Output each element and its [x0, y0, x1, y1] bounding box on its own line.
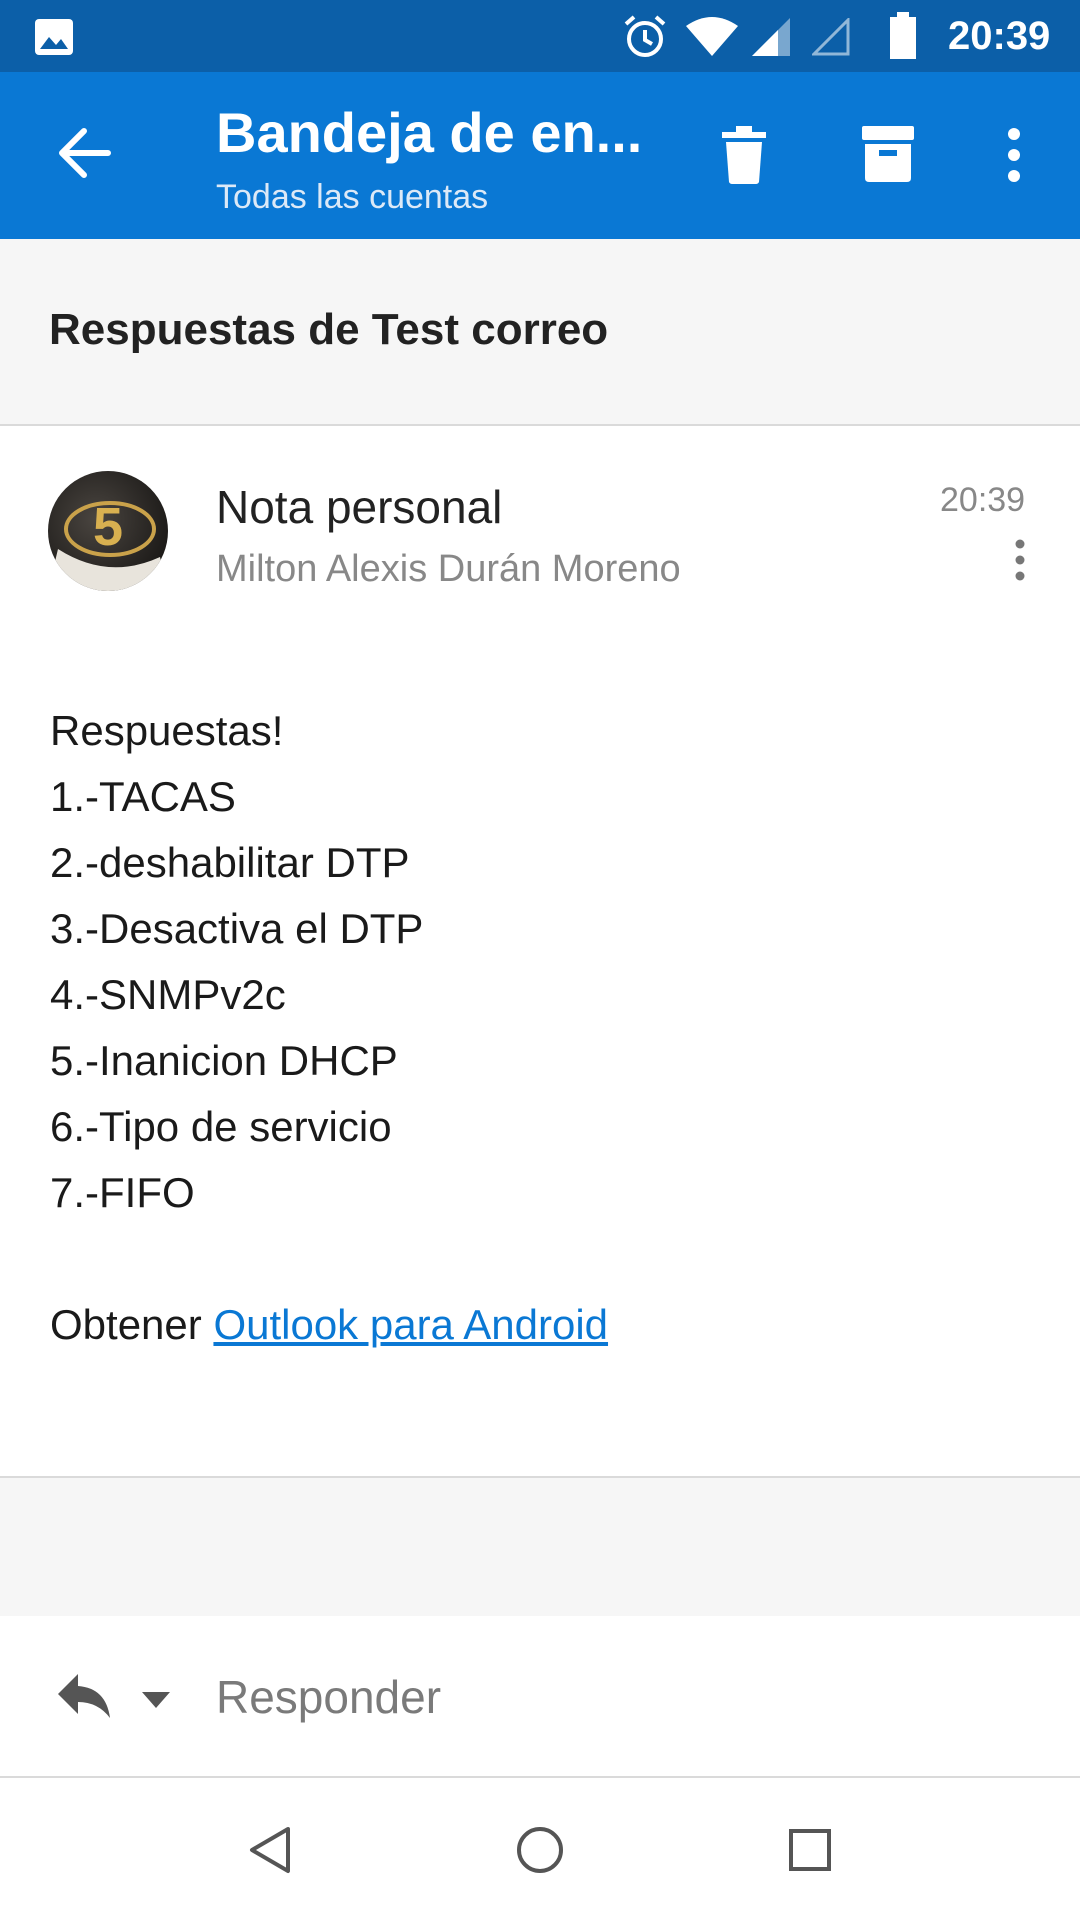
message-more-icon[interactable]: [1010, 538, 1030, 582]
more-vert-icon[interactable]: [1004, 128, 1024, 182]
battery-icon: [888, 12, 918, 60]
thread-subject-bar: Respuestas de Test correo: [0, 239, 1080, 426]
status-time: 20:39: [948, 14, 1051, 58]
body-line: 7.-FIFO: [50, 1169, 195, 1216]
back-arrow-icon[interactable]: [58, 128, 112, 178]
message-time: 20:39: [940, 481, 1026, 519]
folder-title[interactable]: Bandeja de en...: [216, 100, 642, 165]
body-greeting: Respuestas!: [50, 707, 284, 754]
body-line: 6.-Tipo de servicio: [50, 1103, 392, 1150]
thread-subject: Respuestas de Test correo: [49, 305, 609, 354]
sender-name: Nota personal: [216, 481, 503, 533]
signal-empty-icon: [812, 18, 852, 56]
reply-input[interactable]: Responder: [216, 1670, 441, 1724]
avatar-text: 5: [93, 497, 123, 557]
chevron-down-icon[interactable]: [142, 1692, 170, 1708]
avatar-image: 5: [48, 497, 168, 591]
avatar[interactable]: 5: [48, 471, 168, 591]
app-bar: Bandeja de en... Todas las cuentas: [0, 72, 1080, 239]
archive-icon[interactable]: [862, 126, 914, 182]
alarm-icon: [622, 14, 668, 60]
signal-icon: [752, 18, 792, 56]
message-card: 5 Nota personal Milton Alexis Durán More…: [0, 426, 1080, 1476]
reply-bar: Responder: [0, 1616, 1080, 1778]
body-line: 3.-Desactiva el DTP: [50, 905, 424, 952]
delete-icon[interactable]: [722, 126, 766, 184]
body-line: 1.-TACAS: [50, 773, 236, 820]
recents-square-icon[interactable]: [788, 1828, 832, 1872]
home-circle-icon[interactable]: [516, 1826, 564, 1874]
outlook-link[interactable]: Outlook para Android: [213, 1301, 608, 1348]
sender-account: Milton Alexis Durán Moreno: [216, 548, 681, 590]
image-icon: [34, 18, 74, 56]
thread-spacer: [0, 1476, 1080, 1618]
system-nav-bar: [0, 1778, 1080, 1920]
body-footer: Obtener Outlook para Android: [50, 1292, 1030, 1358]
message-body: Respuestas! 1.-TACAS 2.-deshabilitar DTP…: [50, 698, 1030, 1358]
back-triangle-icon[interactable]: [248, 1826, 292, 1874]
wifi-icon: [684, 16, 740, 58]
body-line: 4.-SNMPv2c: [50, 971, 286, 1018]
footer-prefix: Obtener: [50, 1301, 214, 1348]
body-line: 5.-Inanicion DHCP: [50, 1037, 398, 1084]
folder-subtitle: Todas las cuentas: [216, 178, 489, 216]
body-line: 2.-deshabilitar DTP: [50, 839, 410, 886]
status-bar: 20:39: [0, 0, 1080, 72]
reply-icon[interactable]: [56, 1672, 112, 1720]
